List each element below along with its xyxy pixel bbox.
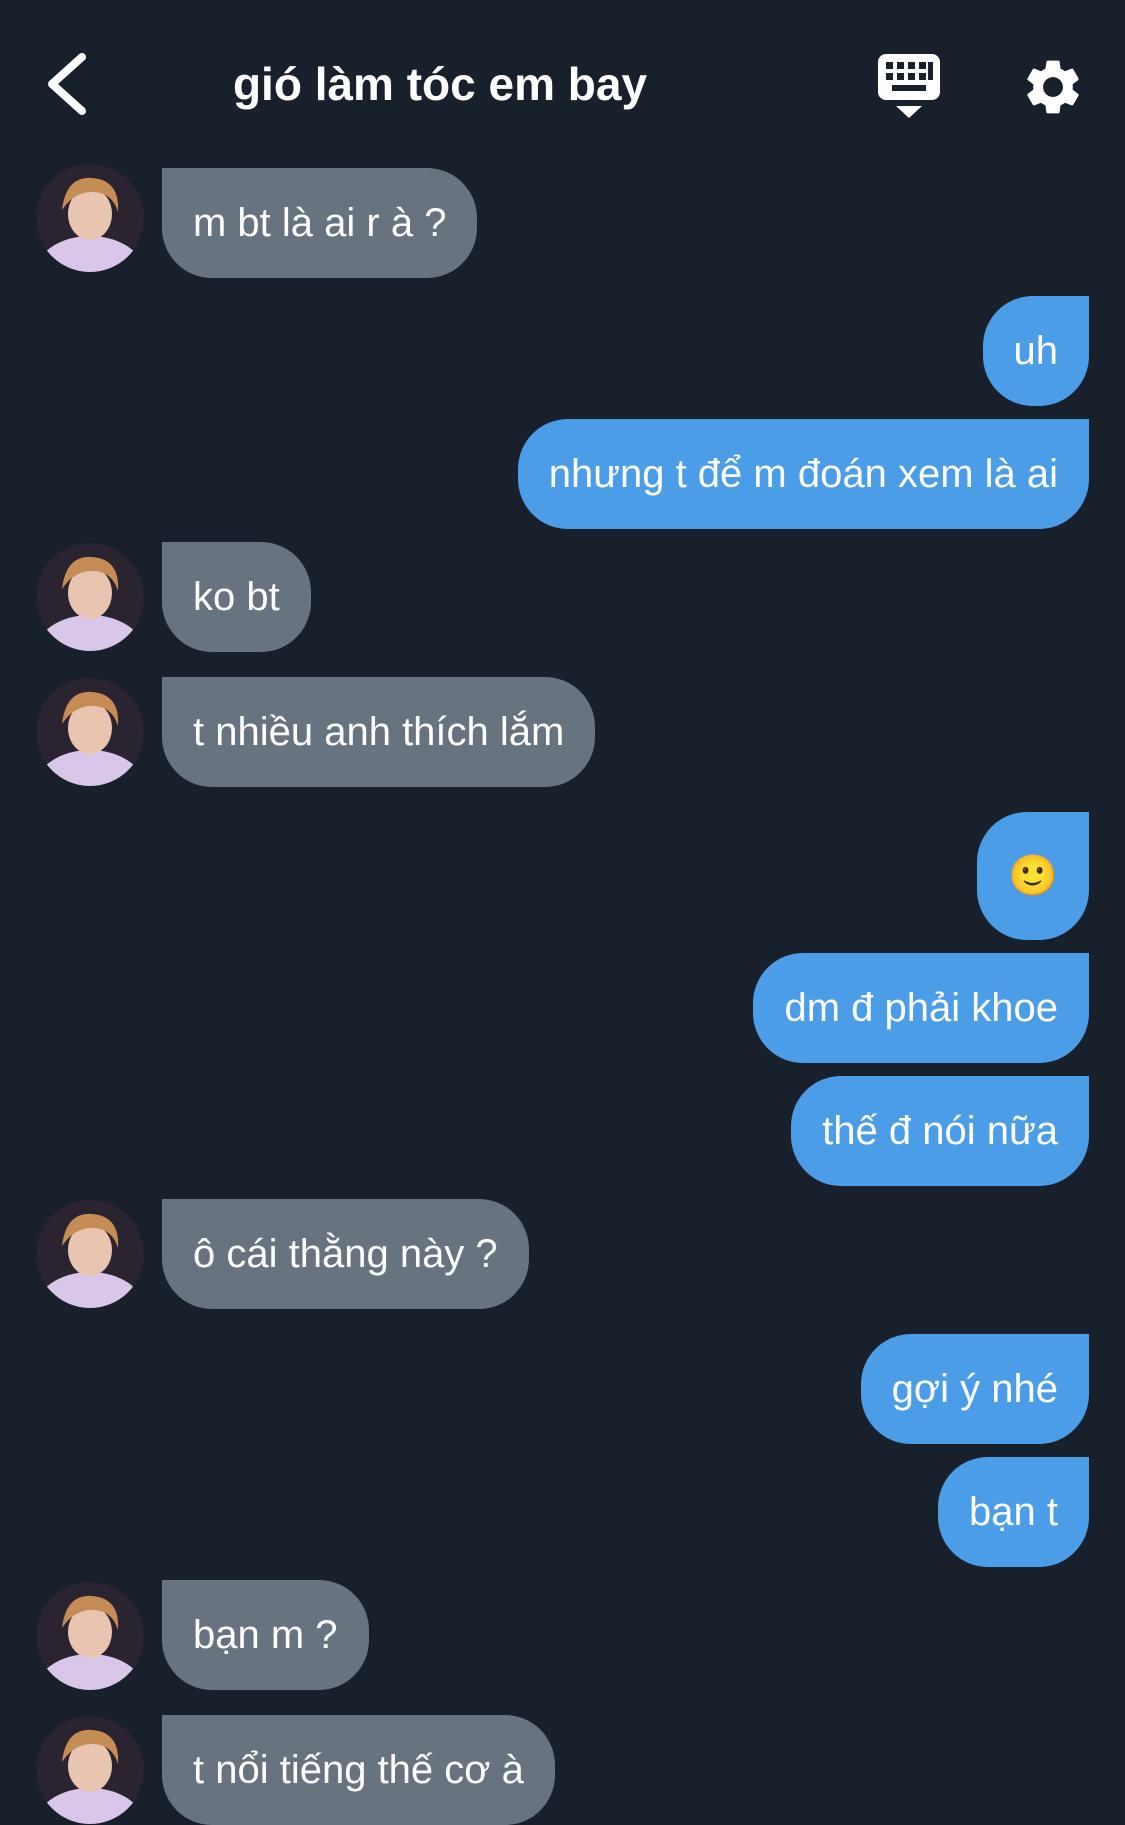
avatar-image (36, 164, 144, 272)
avatar[interactable] (36, 678, 144, 786)
outgoing-message[interactable]: nhưng t để m đoán xem là ai (517, 419, 1089, 529)
incoming-message[interactable]: ko bt (162, 542, 311, 652)
avatar[interactable] (36, 164, 144, 272)
avatar-image (36, 1582, 144, 1690)
outgoing-message[interactable]: uh (982, 296, 1089, 406)
avatar[interactable] (36, 1582, 144, 1690)
avatar[interactable] (36, 1200, 144, 1308)
outgoing-message[interactable]: thế đ nói nữa (791, 1076, 1089, 1186)
incoming-message[interactable]: t nổi tiếng thế cơ à (162, 1715, 555, 1825)
avatar-image (36, 678, 144, 786)
incoming-message[interactable]: t nhiều anh thích lắm (162, 677, 596, 787)
outgoing-message[interactable]: gợi ý nhé (860, 1334, 1089, 1444)
outgoing-message[interactable]: bạn t (938, 1457, 1089, 1567)
avatar-image (36, 543, 144, 651)
message-list[interactable]: m bt là ai r à ? uh nhưng t để m đoán xe… (0, 0, 1125, 1825)
incoming-message[interactable]: m bt là ai r à ? (162, 168, 478, 278)
incoming-message[interactable]: bạn m ? (162, 1580, 369, 1690)
avatar-image (36, 1716, 144, 1824)
avatar-image (36, 1200, 144, 1308)
outgoing-message-emoji[interactable]: 🙂 (977, 812, 1089, 940)
outgoing-message[interactable]: dm đ phải khoe (753, 953, 1089, 1063)
avatar[interactable] (36, 543, 144, 651)
incoming-message[interactable]: ô cái thằng này ? (162, 1199, 529, 1309)
avatar[interactable] (36, 1716, 144, 1824)
